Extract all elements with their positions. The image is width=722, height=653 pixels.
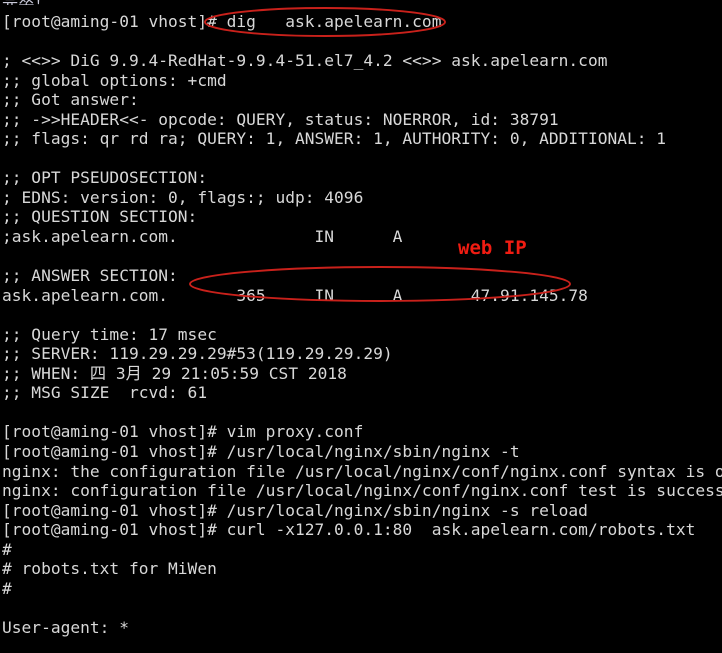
terminal-line-command-dig[interactable]: [root@aming-01 vhost]# dig ask.apelearn.…: [0, 12, 722, 32]
terminal-line-query-time: ;; Query time: 17 msec: [2, 324, 217, 344]
terminal-line-when: ;; WHEN: 四 3月 29 21:05:59 CST 2018: [2, 363, 347, 383]
terminal-line-dig-version: ; <<>> DiG 9.9.4-RedHat-9.9.4-51.el7_4.2…: [2, 51, 608, 71]
terminal-line-robots-hash-1: #: [2, 539, 12, 559]
terminal-line-server: ;; SERVER: 119.29.29.29#53(119.29.29.29): [2, 344, 393, 364]
terminal-line-opt-pseudosection: ;; OPT PSEUDOSECTION:: [2, 168, 208, 188]
terminal-line-edns: ; EDNS: version: 0, flags:; udp: 4096: [2, 187, 364, 207]
terminal-line-command-curl[interactable]: [root@aming-01 vhost]# curl -x127.0.0.1:…: [0, 520, 722, 540]
terminal-line-nginx-syntax-ok: nginx: the configuration file /usr/local…: [2, 461, 722, 481]
terminal-line-question-record: ;ask.apelearn.com. IN A: [2, 227, 403, 247]
terminal-line-command-nginx-test[interactable]: [root@aming-01 vhost]# /usr/local/nginx/…: [0, 442, 722, 462]
terminal-line-flags: ;; flags: qr rd ra; QUERY: 1, ANSWER: 1,…: [2, 129, 667, 149]
terminal-line-answer-section: ;; ANSWER SECTION:: [2, 266, 178, 286]
terminal-line-question-section: ;; QUESTION SECTION:: [2, 207, 198, 227]
terminal-line-global-options: ;; global options: +cmd: [2, 70, 227, 90]
web-ip-annotation-label: web IP: [458, 237, 527, 259]
terminal-line-robots-hash-2: #: [2, 578, 12, 598]
terminal-line-nginx-test-successful: nginx: configuration file /usr/local/ngi…: [2, 481, 722, 501]
terminal-output: 完卒！ [root@aming-01 vhost]# dig ask.apele…: [0, 0, 722, 653]
terminal-line-robots-title: # robots.txt for MiWen: [2, 559, 217, 579]
terminal-line-got-answer: ;; Got answer:: [2, 90, 139, 110]
terminal-line-user-agent: User-agent: *: [2, 617, 129, 637]
terminal-line-command-nginx-reload[interactable]: [root@aming-01 vhost]# /usr/local/nginx/…: [0, 501, 722, 521]
terminal-line-header: ;; ->>HEADER<<- opcode: QUERY, status: N…: [2, 109, 559, 129]
terminal-line-answer-record: ask.apelearn.com. 365 IN A 47.91.145.78: [2, 285, 588, 305]
terminal-line-command-vim[interactable]: [root@aming-01 vhost]# vim proxy.conf: [0, 422, 722, 442]
terminal-line-clipped: 完卒！: [0, 0, 722, 5]
terminal-window[interactable]: 完卒！ [root@aming-01 vhost]# dig ask.apele…: [0, 0, 722, 653]
terminal-line-msg-size: ;; MSG SIZE rcvd: 61: [2, 383, 208, 403]
